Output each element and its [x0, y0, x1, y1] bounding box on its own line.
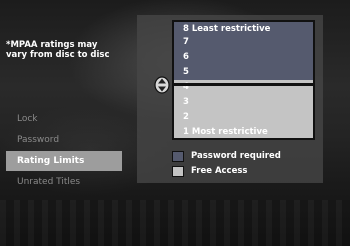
rating-level-5[interactable]: 5: [172, 65, 315, 80]
menu-item-password[interactable]: Password: [6, 130, 122, 150]
restricted-swatch: [172, 151, 184, 162]
legend-password-required-label: Password required: [191, 151, 281, 161]
menu-item-lock[interactable]: Lock: [6, 109, 122, 129]
parental-control-screen: *MPAA ratings may vary from disc to disc…: [0, 0, 350, 246]
rating-level-6[interactable]: 6: [172, 50, 315, 65]
mpaa-note: *MPAA ratings may vary from disc to disc: [6, 40, 110, 60]
limit-divider: [172, 83, 315, 86]
rating-limit-list: 8 Least restrictive 7 6 5 4 3 2 1 Most r…: [172, 20, 315, 140]
menu-item-rating-limits[interactable]: Rating Limits: [6, 151, 122, 171]
rating-level-8[interactable]: 8 Least restrictive: [172, 20, 315, 35]
rating-level-3[interactable]: 3: [172, 95, 315, 110]
up-down-slider-icon[interactable]: [154, 76, 170, 94]
free-swatch: [172, 166, 184, 177]
rating-level-1[interactable]: 1 Most restrictive: [172, 125, 315, 140]
rating-level-2[interactable]: 2: [172, 110, 315, 125]
access-legend: Password required Free Access: [172, 149, 281, 179]
rating-level-7[interactable]: 7: [172, 35, 315, 50]
legend-free-access-label: Free Access: [191, 166, 248, 176]
menu-item-unrated-titles[interactable]: Unrated Titles: [6, 172, 122, 192]
legend-password-required: Password required: [172, 149, 281, 164]
legend-free-access: Free Access: [172, 164, 281, 179]
side-menu: Lock Password Rating Limits Unrated Titl…: [6, 109, 122, 193]
background-floor: [0, 200, 350, 246]
